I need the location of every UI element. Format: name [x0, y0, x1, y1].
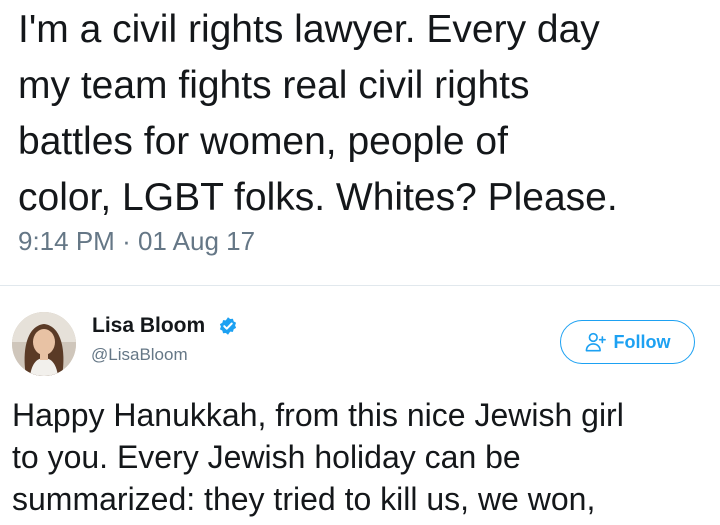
add-person-icon: [585, 332, 606, 352]
follow-button[interactable]: Follow: [560, 320, 695, 364]
follow-button-label: Follow: [613, 331, 671, 352]
main-tweet-timestamp[interactable]: 9:14 PM · 01 Aug 17: [18, 224, 255, 258]
avatar[interactable]: [12, 312, 76, 376]
tweet-date: 01 Aug 17: [137, 226, 256, 256]
embedded-tweet: Lisa Bloom @LisaBloom Follow Happy Hanuk…: [0, 286, 720, 525]
tweet-time: 9:14 PM: [18, 226, 115, 256]
author-name[interactable]: Lisa Bloom: [92, 312, 205, 340]
avatar-image: [12, 312, 76, 376]
embedded-tweet-text: Happy Hanukkah, from this nice Jewish gi…: [12, 397, 624, 517]
main-tweet-text: I'm a civil rights lawyer. Every day my …: [18, 8, 618, 219]
timestamp-separator: ·: [122, 226, 131, 256]
verified-badge-icon: [219, 317, 237, 335]
author-handle[interactable]: @LisaBloom: [91, 343, 188, 367]
main-tweet: I'm a civil rights lawyer. Every day my …: [0, 0, 720, 285]
